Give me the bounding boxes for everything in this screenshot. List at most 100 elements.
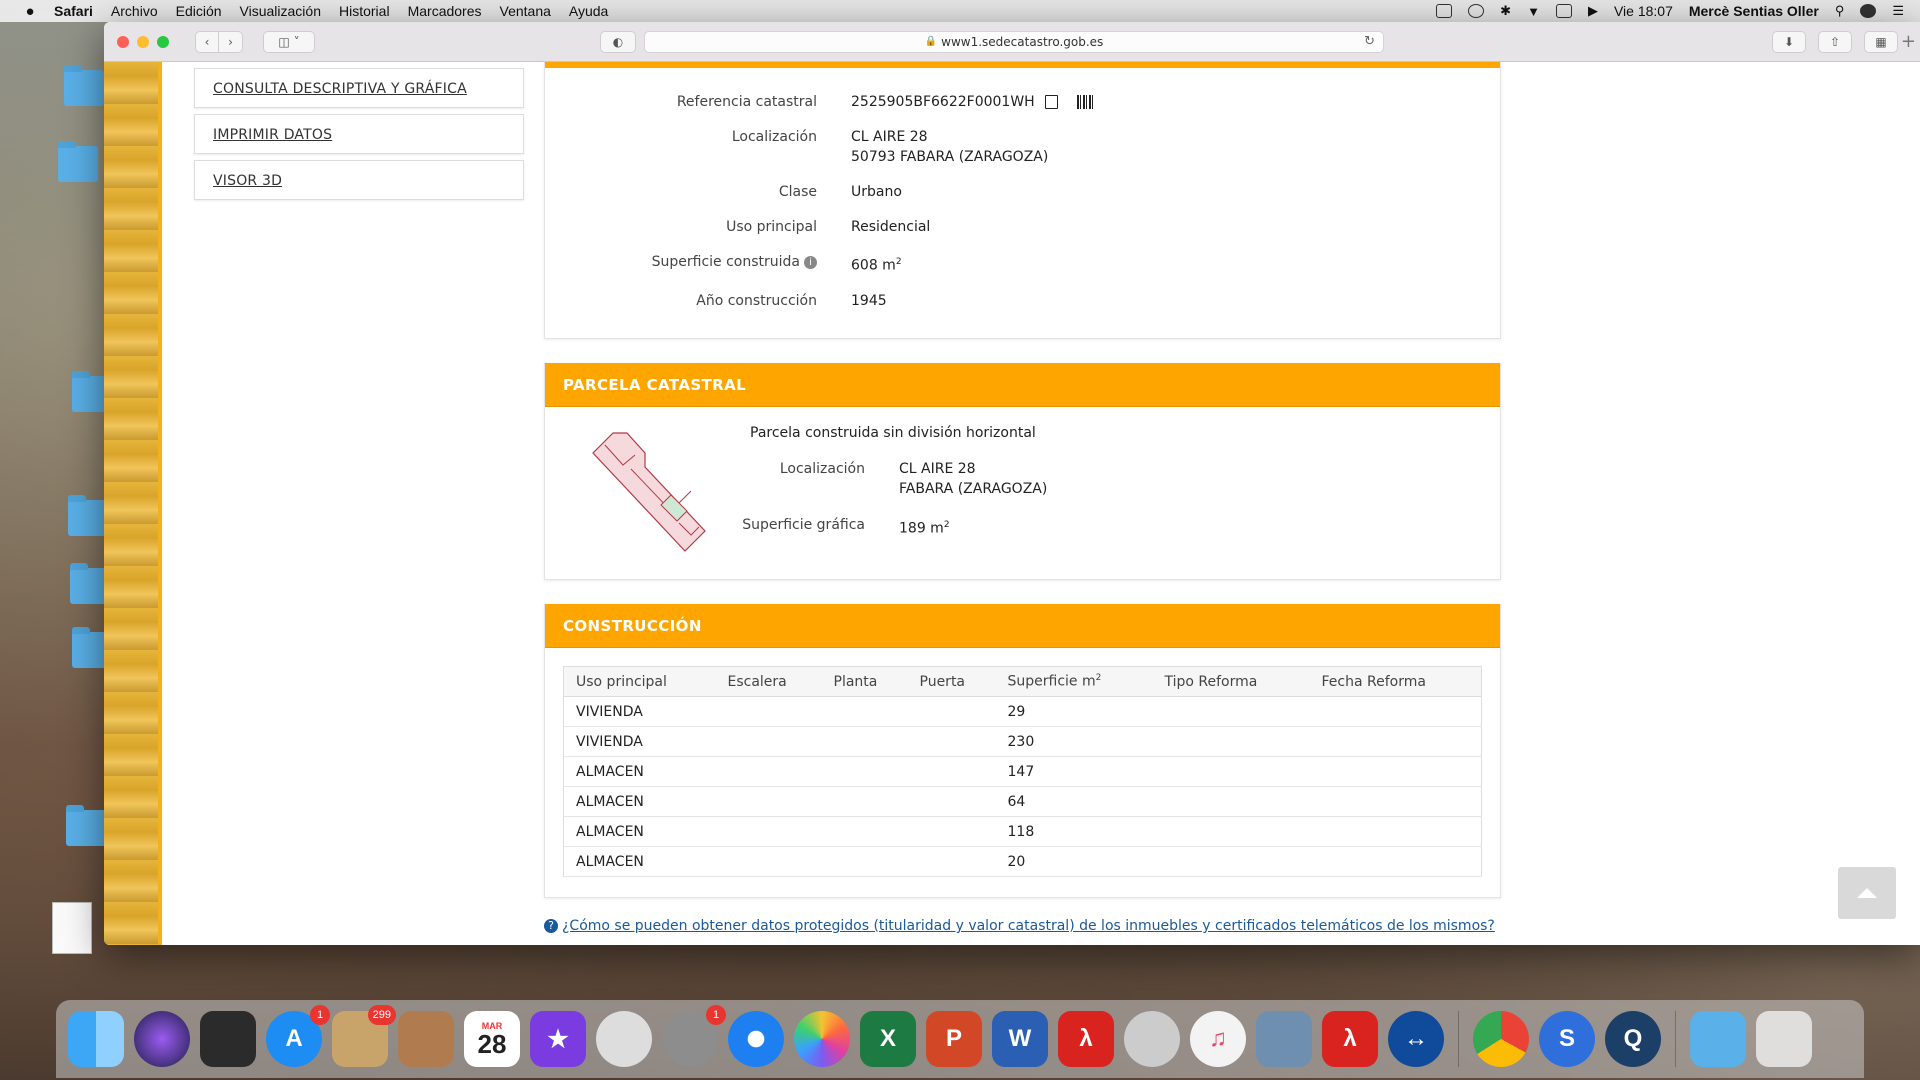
dock-separator [1458, 1011, 1459, 1067]
col-fecha-reforma: Fecha Reforma [1309, 666, 1482, 697]
bluetooth-icon[interactable]: ✱ [1500, 3, 1511, 19]
parcela-header: PARCELA CATASTRAL [545, 363, 1500, 407]
barcode-icon[interactable] [1076, 95, 1093, 109]
table-cell [821, 726, 908, 757]
input-source-icon[interactable] [1555, 4, 1572, 18]
mail-icon[interactable]: 299 [332, 1005, 396, 1067]
siri-dock-icon[interactable] [134, 1011, 190, 1067]
music-icon[interactable]: ♫ [1190, 1011, 1246, 1067]
siri-icon[interactable] [1860, 4, 1877, 18]
superficie-exp: 2 [895, 257, 902, 267]
desktop-document-icon[interactable] [52, 902, 92, 954]
address-bar[interactable]: 🔒 www1.sedecatastro.gob.es ↻ [644, 30, 1384, 53]
disabled-app-2-icon[interactable] [1124, 1011, 1180, 1067]
lock-icon: 🔒 [924, 36, 938, 47]
construccion-table: Uso principal Escalera Planta Puerta Sup… [563, 666, 1482, 877]
menu-ayuda[interactable]: Ayuda [569, 3, 608, 19]
menu-ventana[interactable]: Ventana [500, 3, 551, 19]
menu-app-safari[interactable]: Safari [54, 3, 93, 19]
menu-edicion[interactable]: Edición [176, 3, 222, 19]
screen-mirror-icon[interactable] [1436, 4, 1453, 18]
excel-icon[interactable]: X [860, 1011, 916, 1067]
word-icon[interactable]: W [992, 1011, 1048, 1067]
powerpoint-icon[interactable]: P [926, 1011, 982, 1067]
menu-historial[interactable]: Historial [339, 3, 390, 19]
acrobat-icon[interactable]: λ [1058, 1011, 1114, 1067]
contacts-icon[interactable] [398, 1011, 454, 1067]
privacy-report-button[interactable]: ◐ [600, 30, 636, 53]
table-cell: ALMACEN [563, 786, 716, 817]
skype-icon[interactable]: S [1539, 1011, 1595, 1067]
notification-center-icon[interactable]: ☰ [1892, 3, 1904, 19]
construccion-body: Uso principal Escalera Planta Puerta Sup… [545, 648, 1500, 897]
parcela-row-superficie: Superficie gráfica 189 m2 [545, 515, 950, 539]
desktop-folder-icon[interactable] [64, 65, 104, 106]
table-cell [907, 786, 996, 817]
fullscreen-window-icon[interactable] [157, 35, 169, 48]
app-store-icon[interactable]: A1 [266, 1005, 330, 1067]
spotlight-search-icon[interactable]: ⚲ [1835, 3, 1845, 19]
volume-icon[interactable]: ▶ [1588, 3, 1598, 19]
imovie-icon[interactable]: ★ [530, 1011, 586, 1067]
menubar-clock[interactable]: Vie 18:07 [1614, 3, 1673, 19]
menu-marcadores[interactable]: Marcadores [408, 3, 482, 19]
forward-button[interactable]: › [219, 30, 243, 53]
minimize-window-icon[interactable] [137, 35, 149, 48]
download-icon: ⬇ [1783, 34, 1795, 49]
reload-icon[interactable]: ↻ [1364, 34, 1375, 49]
trash-icon[interactable] [1756, 1011, 1812, 1067]
system-preferences-icon[interactable]: 1 [662, 1005, 726, 1067]
menu-visualizacion[interactable]: Visualización [240, 3, 321, 19]
menubar-user[interactable]: Mercè Sentias Oller [1689, 3, 1819, 19]
construccion-table-body: VIVIENDA 29 VIVIENDA 230 ALMACEN 147 ALMACEN 64… [563, 696, 1482, 877]
scroll-to-top-button[interactable] [1838, 867, 1896, 919]
table-cell [1152, 726, 1310, 757]
desktop-folder-icon[interactable] [68, 495, 108, 536]
copy-icon[interactable] [1045, 95, 1059, 109]
disabled-app-icon[interactable] [596, 1011, 652, 1067]
superficie-value-wrap: 608 m2 [851, 252, 1500, 276]
parcela-superficie-label: Superficie gráfica [742, 517, 865, 533]
side-menu-visor-3d[interactable]: VISOR 3D [194, 160, 524, 200]
share-button[interactable]: ⇧ [1818, 30, 1852, 53]
clase-label: Clase [778, 184, 817, 200]
chevron-left-icon: ‹ [204, 34, 210, 49]
table-cell: 20 [995, 846, 1153, 877]
back-button[interactable]: ‹ [195, 30, 219, 53]
finder-icon[interactable] [68, 1011, 124, 1067]
photos-icon[interactable] [794, 1011, 850, 1067]
tab-overview-button[interactable]: ▦ [1864, 30, 1898, 53]
chrome-icon[interactable] [1473, 1011, 1529, 1067]
row-localizacion: Localización CL AIRE 28 50793 FABARA (ZA… [545, 127, 1500, 167]
side-menu-consulta[interactable]: CONSULTA DESCRIPTIVA Y GRÁFICA [194, 68, 524, 108]
table-cell [715, 756, 822, 787]
quicktime-icon[interactable]: Q [1605, 1011, 1661, 1067]
desktop-folder-icon[interactable] [58, 141, 98, 182]
applications-folder-icon[interactable] [1690, 1011, 1746, 1067]
close-window-icon[interactable] [117, 35, 129, 48]
safari-dock-icon[interactable] [728, 1011, 784, 1067]
preview-icon[interactable] [1256, 1011, 1312, 1067]
settings-badge: 1 [706, 1005, 726, 1025]
apple-icon[interactable]: ● [20, 3, 40, 20]
teamviewer-icon[interactable]: ↔ [1388, 1011, 1444, 1067]
datos-protegidos-link[interactable]: ? ¿Cómo se pueden obtener datos protegido… [544, 918, 1495, 934]
uso-value: Residencial [851, 219, 931, 235]
new-tab-icon[interactable]: + [1901, 31, 1916, 52]
menu-archivo[interactable]: Archivo [111, 3, 158, 19]
downloads-button[interactable]: ⬇ [1772, 30, 1806, 53]
mission-control-icon[interactable] [200, 1011, 256, 1067]
parcela-superficie-value-wrap: 189 m2 [899, 515, 950, 539]
side-menu-imprimir[interactable]: IMPRIMIR DATOS [194, 114, 524, 154]
desktop-folder-icon[interactable] [66, 805, 106, 846]
info-icon[interactable]: i [804, 255, 817, 269]
acrobat-reader-icon[interactable]: λ [1322, 1011, 1378, 1067]
wifi-icon[interactable]: ▼ [1527, 4, 1540, 19]
table-cell [1152, 846, 1310, 877]
time-machine-icon[interactable] [1468, 4, 1485, 18]
calendar-day: 28 [477, 1029, 507, 1059]
calendar-icon[interactable]: MAR 28 [464, 1011, 520, 1067]
table-cell [821, 756, 908, 787]
table-cell [1152, 696, 1310, 727]
sidebar-toggle-button[interactable]: ◫ ˅ [263, 30, 315, 53]
